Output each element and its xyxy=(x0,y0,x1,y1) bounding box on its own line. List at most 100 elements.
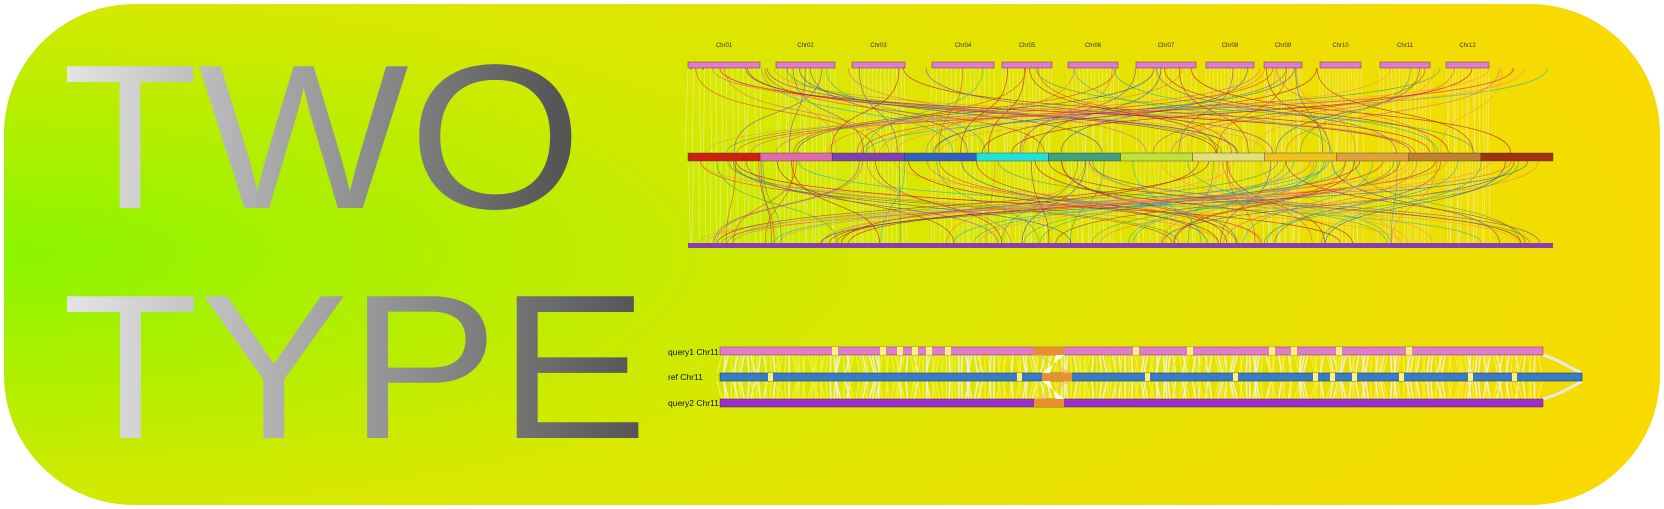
chromosome-name: Chr07 xyxy=(1158,43,1175,49)
chromosome-name: Chr05 xyxy=(1019,43,1036,49)
chr11-link xyxy=(842,380,846,400)
chr11-link xyxy=(1164,354,1168,374)
headline-type: TYPE xyxy=(62,252,648,482)
chromosome-name: Chr10 xyxy=(1332,43,1349,49)
reference-bar xyxy=(687,152,1554,162)
chr11-link xyxy=(948,354,951,374)
ref-marker xyxy=(1399,373,1404,381)
reference-segment xyxy=(831,152,905,162)
query-chromosome xyxy=(775,61,836,69)
track-label-query1: query1 Chr11 xyxy=(668,347,719,357)
chr11-link xyxy=(1025,380,1028,400)
reference-segment xyxy=(1336,152,1410,162)
chr11-link xyxy=(1414,354,1418,374)
chr11-link xyxy=(950,380,954,400)
query-chromosome xyxy=(1379,61,1431,69)
reference-segment xyxy=(759,152,833,162)
chr11-link xyxy=(1390,354,1393,374)
chromosome-name: Chr04 xyxy=(955,43,972,49)
query1-marker xyxy=(926,347,932,355)
query1-chr11-bar xyxy=(719,346,1544,356)
chromosome-name: Chr01 xyxy=(716,43,733,49)
chr11-link xyxy=(922,380,925,400)
query1-marker xyxy=(1406,347,1412,355)
query1-marker xyxy=(912,347,918,355)
chr11-link xyxy=(1164,380,1168,400)
query2-chr11-bar xyxy=(719,398,1544,408)
query-chromosome xyxy=(1001,61,1053,69)
chromosome-name: Chr03 xyxy=(870,43,887,49)
chr11-link xyxy=(1434,354,1438,374)
query1-marker xyxy=(945,347,951,355)
ref-marker xyxy=(1330,373,1335,381)
chr11-link xyxy=(1162,380,1166,400)
chromosome-name: Chr12 xyxy=(1459,43,1476,49)
query1-marker xyxy=(1187,347,1193,355)
ref-marker xyxy=(1512,373,1517,381)
chr11-link xyxy=(1130,354,1134,374)
chr11-link xyxy=(989,380,992,400)
query-chromosome xyxy=(1067,61,1119,69)
query1-marker xyxy=(897,347,903,355)
chr11-link xyxy=(941,380,944,400)
ref-marker xyxy=(1233,373,1238,381)
two-type-banner: TWO TYPE Chr01 Chr02 Chr03 Chr04 Chr05 Chr06 C… xyxy=(4,4,1660,505)
chromosome-synteny-panel: query1 Chr11 ref Chr11 query2 Chr11 xyxy=(668,346,1583,408)
reference-segment xyxy=(1264,152,1337,162)
query1-marker xyxy=(832,347,838,355)
chr11-link xyxy=(1095,380,1098,400)
reference-segment xyxy=(687,152,761,162)
chr11-link xyxy=(1390,380,1393,400)
reference-segment xyxy=(1048,152,1121,162)
query-chromosome xyxy=(1205,61,1255,69)
chr11-link xyxy=(948,380,951,400)
chromosome-name: Chr09 xyxy=(1275,43,1292,49)
query-chromosome xyxy=(1135,61,1197,69)
reference-segment xyxy=(976,152,1049,162)
chromosome-name: Chr06 xyxy=(1085,43,1102,49)
headline-two: TWO xyxy=(62,22,582,252)
query-chromosome xyxy=(1319,61,1362,69)
reference-segment xyxy=(1192,152,1265,162)
chr11-link xyxy=(798,354,801,374)
track-label-query2: query2 Chr11 xyxy=(668,398,719,408)
chr11-link xyxy=(941,354,944,374)
reference-segment xyxy=(1408,152,1482,162)
chr11-link xyxy=(1369,354,1373,374)
chr11-link xyxy=(755,380,758,400)
ref-marker xyxy=(1017,373,1022,381)
ref-marker xyxy=(1352,373,1357,381)
chr11-link xyxy=(1018,380,1022,400)
inversion-block-query2 xyxy=(1034,399,1064,407)
chr11-link xyxy=(842,354,846,374)
ref-chr11-bar xyxy=(719,372,1583,382)
query-chromosome xyxy=(851,61,906,69)
chr11-link xyxy=(1130,380,1134,400)
reference-segment xyxy=(904,152,977,162)
chromosome-name: Chr02 xyxy=(797,43,814,49)
chr11-link xyxy=(989,354,992,374)
chr11-link xyxy=(1070,380,1073,400)
chr11-link xyxy=(755,354,758,374)
ref-marker xyxy=(1468,373,1473,381)
reference-segment xyxy=(1480,152,1554,162)
chromosome-name: Chr08 xyxy=(1222,43,1239,49)
track-label-ref: ref Chr11 xyxy=(668,372,703,382)
chr11-link xyxy=(1162,354,1166,374)
query1-marker xyxy=(1336,347,1342,355)
chr11-link xyxy=(1533,354,1536,374)
chr11-link xyxy=(1533,380,1536,400)
ref-marker xyxy=(1145,373,1150,381)
query-chromosome xyxy=(687,61,761,69)
bottom-track-bar xyxy=(688,243,1553,248)
query-chromosome xyxy=(931,61,995,69)
chr11-link xyxy=(1070,354,1073,374)
query1-marker xyxy=(1291,347,1297,355)
chr11-link xyxy=(950,354,954,374)
inversion-block-query1 xyxy=(1034,347,1064,355)
chr11-link xyxy=(1369,380,1373,400)
query-chromosome xyxy=(1263,61,1303,69)
query1-marker xyxy=(1269,347,1275,355)
chr11-link xyxy=(1414,380,1418,400)
chr11-link xyxy=(798,380,801,400)
